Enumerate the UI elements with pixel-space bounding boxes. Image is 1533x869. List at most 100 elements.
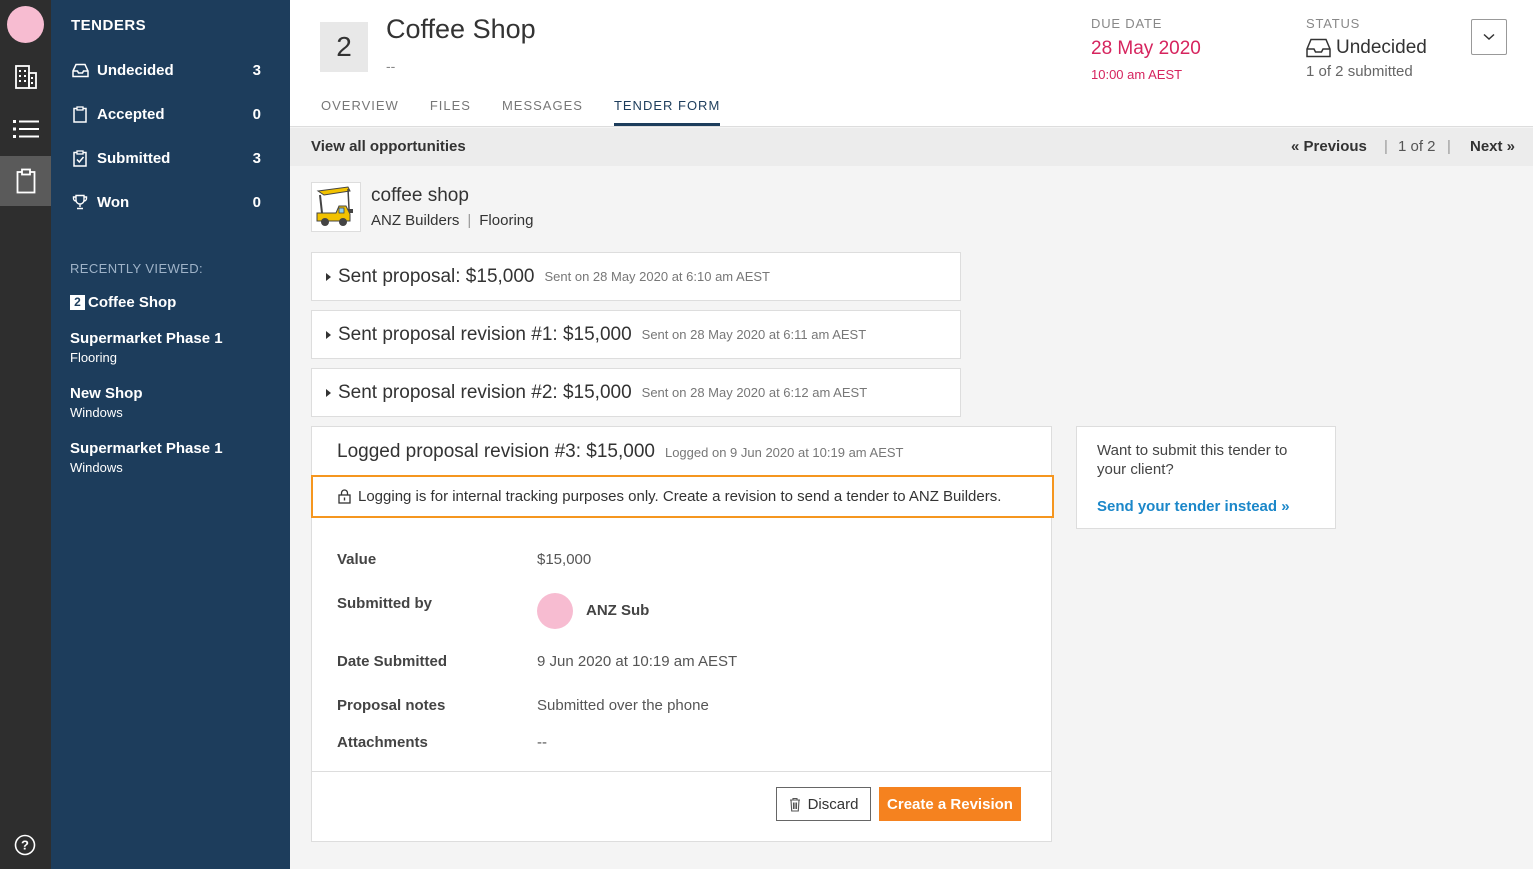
- sidebar-item-label: Submitted: [97, 149, 171, 167]
- divider: [312, 771, 1051, 772]
- clipboard-check-icon: [71, 149, 89, 167]
- tender-header: 2 Coffee Shop -- OVERVIEW FILES MESSAGES…: [290, 0, 1533, 127]
- project-thumbnail: [311, 182, 361, 232]
- clipboard-icon[interactable]: [0, 156, 51, 206]
- discard-button[interactable]: Discard: [776, 787, 871, 821]
- caret-right-icon: [326, 330, 331, 339]
- project-client: ANZ Builders: [371, 212, 460, 229]
- tab-tender-form[interactable]: TENDER FORM: [613, 98, 721, 126]
- recently-viewed-heading: RECENTLY VIEWED:: [70, 261, 204, 276]
- svg-text:?: ?: [21, 838, 29, 853]
- pager-separator: |: [1384, 138, 1388, 155]
- recent-item-subtitle: Flooring: [70, 350, 117, 365]
- sidebar-item-label: Undecided: [97, 61, 174, 79]
- tab-messages[interactable]: MESSAGES: [502, 98, 583, 126]
- proposal-notes-label: Proposal notes: [337, 697, 446, 714]
- recent-item-title: Supermarket Phase 1: [70, 330, 223, 347]
- sidebar: TENDERS Undecided 3 Accepted 0 Submitted…: [51, 0, 290, 869]
- tender-number-badge: 2: [320, 22, 368, 72]
- previous-link[interactable]: « Previous: [1291, 138, 1367, 155]
- next-link[interactable]: Next »: [1470, 138, 1515, 155]
- recent-item[interactable]: Supermarket Phase 1 Windows: [70, 440, 223, 475]
- tab-files[interactable]: FILES: [430, 98, 471, 126]
- page-subtitle: --: [386, 58, 396, 74]
- create-revision-button[interactable]: Create a Revision: [879, 787, 1021, 821]
- avatar: [537, 593, 573, 629]
- sidebar-item-count: 3: [252, 149, 261, 167]
- list-icon[interactable]: [0, 104, 51, 154]
- submit-prompt-text: Want to submit this tender to your clien…: [1097, 442, 1288, 478]
- proposal-title: Sent proposal revision #1: $15,000: [338, 323, 632, 345]
- project-trade: Flooring: [479, 212, 534, 229]
- sidebar-item-count: 0: [252, 193, 261, 211]
- separator: |: [467, 212, 472, 229]
- proposal-meta: Sent on 28 May 2020 at 6:10 am AEST: [544, 269, 770, 284]
- send-tender-link[interactable]: Send your tender instead »: [1097, 498, 1290, 515]
- building-icon[interactable]: [0, 52, 51, 102]
- proposal-title: Sent proposal: $15,000: [338, 265, 535, 287]
- due-date-label: DUE DATE: [1091, 16, 1163, 31]
- status-value: Undecided: [1306, 37, 1427, 59]
- submit-prompt-card: Want to submit this tender to your clien…: [1076, 426, 1336, 529]
- view-all-opportunities-link[interactable]: View all opportunities: [311, 138, 466, 155]
- due-date: 28 May 2020: [1091, 38, 1201, 59]
- date-submitted-value: 9 Jun 2020 at 10:19 am AEST: [537, 653, 738, 670]
- due-time: 10:00 am AEST: [1091, 67, 1183, 82]
- attachments-label: Attachments: [337, 734, 428, 751]
- sidebar-item-accepted[interactable]: Accepted 0: [71, 102, 261, 126]
- tab-overview[interactable]: OVERVIEW: [321, 98, 399, 126]
- sidebar-item-undecided[interactable]: Undecided 3: [71, 58, 261, 82]
- status-submitted-count: 1 of 2 submitted: [1306, 63, 1413, 80]
- proposal-accordion[interactable]: Sent proposal revision #1: $15,000 Sent …: [311, 310, 961, 359]
- pager-separator: |: [1447, 138, 1451, 155]
- attachments-value: --: [537, 734, 547, 751]
- recent-item[interactable]: 2 Coffee Shop: [70, 294, 176, 311]
- recent-item[interactable]: New Shop Windows: [70, 385, 143, 420]
- status-text: Undecided: [1336, 37, 1427, 58]
- page-title: Coffee Shop: [386, 14, 536, 44]
- sidebar-item-count: 0: [252, 105, 261, 123]
- value-text: $15,000: [537, 551, 592, 568]
- submitted-by-label: Submitted by: [337, 595, 433, 612]
- clipboard-icon: [71, 105, 89, 123]
- caret-right-icon: [326, 388, 331, 397]
- help-icon[interactable]: ?: [14, 834, 36, 856]
- discard-button-label: Discard: [807, 795, 859, 813]
- recent-item-subtitle: Windows: [70, 405, 123, 420]
- project-title: coffee shop: [371, 185, 469, 206]
- value-label: Value: [337, 551, 377, 568]
- project-subtitle: ANZ Builders | Flooring: [371, 212, 533, 229]
- chevron-down-icon: [1483, 33, 1495, 41]
- sidebar-item-label: Accepted: [97, 105, 165, 123]
- proposal-accordion[interactable]: Sent proposal: $15,000 Sent on 28 May 20…: [311, 252, 961, 301]
- crane-truck-icon: [312, 183, 360, 231]
- sidebar-item-label: Won: [97, 193, 130, 211]
- sidebar-item-submitted[interactable]: Submitted 3: [71, 146, 261, 170]
- sidebar-item-won[interactable]: Won 0: [71, 190, 261, 214]
- recent-item-badge: 2: [70, 295, 85, 310]
- lock-icon: [338, 489, 351, 504]
- tab-bar: OVERVIEW FILES MESSAGES TENDER FORM: [321, 98, 751, 126]
- recent-item[interactable]: Supermarket Phase 1 Flooring: [70, 330, 223, 365]
- caret-right-icon: [326, 272, 331, 281]
- user-avatar[interactable]: [7, 6, 44, 43]
- proposal-meta: Sent on 28 May 2020 at 6:11 am AEST: [641, 327, 867, 342]
- proposal-accordion[interactable]: Sent proposal revision #2: $15,000 Sent …: [311, 368, 961, 417]
- status-label: STATUS: [1306, 16, 1361, 31]
- recent-item-title: New Shop: [70, 385, 143, 402]
- logged-proposal-title: Logged proposal revision #3: $15,000: [337, 441, 655, 462]
- recent-item-title: Coffee Shop: [88, 294, 177, 311]
- inbox-icon: [1306, 38, 1331, 58]
- navigation-bar: View all opportunities « Previous | 1 of…: [290, 128, 1533, 166]
- logging-notice: Logging is for internal tracking purpose…: [311, 475, 1054, 518]
- date-submitted-label: Date Submitted: [337, 653, 448, 670]
- submitted-by-name: ANZ Sub: [586, 602, 650, 619]
- icon-rail: ?: [0, 0, 51, 869]
- recent-item-subtitle: Windows: [70, 460, 123, 475]
- logging-notice-text: Logging is for internal tracking purpose…: [358, 488, 1002, 505]
- status-dropdown-button[interactable]: [1471, 19, 1507, 55]
- proposal-title: Sent proposal revision #2: $15,000: [338, 381, 632, 403]
- proposal-notes-value: Submitted over the phone: [537, 697, 709, 714]
- recent-item-title: Supermarket Phase 1: [70, 440, 223, 457]
- inbox-icon: [71, 61, 89, 79]
